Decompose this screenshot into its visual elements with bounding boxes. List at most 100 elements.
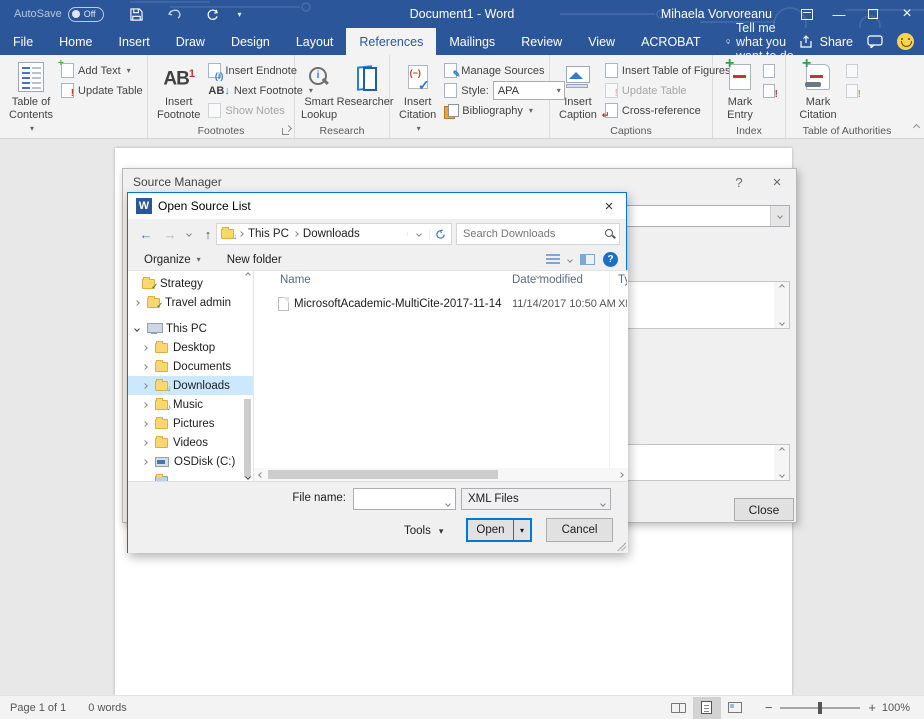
- nav-item-partial[interactable]: [128, 471, 253, 481]
- horizontal-scrollbar-thumb[interactable]: [268, 470, 498, 479]
- zoom-slider-thumb[interactable]: [818, 702, 822, 714]
- researcher-button[interactable]: Researcher: [342, 58, 388, 124]
- collapse-chevron-icon[interactable]: [134, 326, 140, 332]
- column-header-name[interactable]: Name: [280, 274, 311, 286]
- zoom-level[interactable]: 100%: [876, 702, 910, 714]
- combobox-caret-button[interactable]: [770, 206, 789, 226]
- change-view-icon[interactable]: [546, 254, 560, 265]
- tab-file[interactable]: File: [0, 28, 46, 55]
- manage-sources-button[interactable]: ✎ Manage Sources: [441, 62, 568, 79]
- table-of-contents-button[interactable]: Table of Contents▾: [6, 58, 56, 137]
- back-button[interactable]: ←: [134, 223, 158, 245]
- insert-citation-button[interactable]: Insert Citation▾: [396, 58, 439, 137]
- collapse-ribbon-button[interactable]: [908, 55, 924, 138]
- insert-caption-button[interactable]: Insert Caption: [556, 58, 600, 124]
- zoom-in-button[interactable]: +: [868, 700, 876, 715]
- close-window-button[interactable]: ×: [890, 0, 924, 28]
- share-button[interactable]: Share: [799, 35, 853, 49]
- tab-insert[interactable]: Insert: [106, 28, 163, 55]
- nav-item-travel-admin[interactable]: ✓ Travel admin: [128, 293, 253, 312]
- current-list-scrollbar[interactable]: [774, 282, 789, 328]
- preview-scrollbar[interactable]: [774, 445, 789, 480]
- save-button[interactable]: [122, 3, 152, 25]
- insert-footnote-button[interactable]: AB1 Insert Footnote: [154, 58, 203, 124]
- tab-draw[interactable]: Draw: [163, 28, 218, 55]
- file-name-combobox[interactable]: [353, 488, 456, 510]
- mark-citation-button[interactable]: Mark Citation: [792, 58, 844, 124]
- tab-design[interactable]: Design: [218, 28, 283, 55]
- open-dropdown-button[interactable]: ▾: [513, 520, 530, 540]
- insert-index-icon[interactable]: [763, 64, 775, 78]
- insert-table-of-authorities-icon[interactable]: [846, 64, 858, 78]
- breadcrumb-downloads[interactable]: Downloads: [303, 228, 360, 240]
- column-header-date-modified[interactable]: Date modified: [512, 274, 583, 286]
- minimize-button[interactable]: —: [822, 0, 856, 28]
- ribbon-display-options-button[interactable]: [792, 0, 822, 28]
- source-manager-help-button[interactable]: ?: [720, 175, 758, 190]
- expand-chevron-icon[interactable]: [142, 459, 148, 465]
- resize-grip[interactable]: [617, 542, 626, 551]
- read-mode-button[interactable]: [665, 697, 693, 719]
- feedback-smiley-icon[interactable]: [897, 33, 914, 50]
- smart-lookup-button[interactable]: Smart Lookup: [298, 58, 340, 124]
- web-layout-button[interactable]: [721, 697, 749, 719]
- view-dropdown-caret[interactable]: [567, 257, 573, 263]
- file-row[interactable]: MicrosoftAcademic-MultiCite-2017-11-14 1…: [254, 295, 628, 313]
- zoom-slider[interactable]: [780, 707, 860, 709]
- tab-acrobat[interactable]: ACROBAT: [628, 28, 714, 55]
- file-name-input[interactable]: [354, 489, 434, 509]
- expand-chevron-icon[interactable]: [142, 364, 148, 370]
- autosave-toggle[interactable]: Off: [68, 7, 104, 22]
- refresh-button[interactable]: [429, 229, 451, 240]
- redo-button[interactable]: [198, 3, 228, 25]
- search-icon[interactable]: [605, 229, 615, 239]
- user-name[interactable]: Mihaela Vorvoreanu: [661, 7, 772, 21]
- source-manager-close-button[interactable]: ×: [758, 174, 796, 191]
- nav-item-osdisk[interactable]: OSDisk (C:): [128, 452, 253, 471]
- update-table-button[interactable]: ! Update Table: [58, 82, 146, 99]
- undo-button[interactable]: [160, 3, 190, 25]
- update-index-icon[interactable]: [763, 84, 775, 98]
- expand-chevron-icon[interactable]: [142, 421, 148, 427]
- nav-item-this-pc[interactable]: This PC: [128, 319, 253, 338]
- tab-home[interactable]: Home: [46, 28, 105, 55]
- comments-icon[interactable]: [867, 35, 883, 48]
- mark-entry-button[interactable]: Mark Entry: [719, 58, 761, 124]
- tab-references[interactable]: References: [346, 28, 436, 55]
- tell-me-box[interactable]: Tell me what you want to do: [726, 28, 799, 55]
- tab-view[interactable]: View: [575, 28, 628, 55]
- nav-item-music[interactable]: ♪ Music: [128, 395, 253, 414]
- expand-chevron-icon[interactable]: [142, 402, 148, 408]
- open-dialog-close-button[interactable]: ×: [596, 195, 622, 217]
- tab-layout[interactable]: Layout: [283, 28, 347, 55]
- nav-item-videos[interactable]: Videos: [128, 433, 253, 452]
- breadcrumb-this-pc[interactable]: This PC: [248, 228, 289, 240]
- expand-chevron-icon[interactable]: [142, 345, 148, 351]
- forward-button[interactable]: →: [158, 223, 182, 245]
- customize-qat-caret[interactable]: ▾: [238, 10, 242, 19]
- source-manager-close-dialog-button[interactable]: Close: [734, 498, 794, 521]
- sidebar-scrollbar-thumb[interactable]: [244, 399, 251, 477]
- tools-button[interactable]: Tools ▾: [404, 520, 443, 542]
- horizontal-scrollbar[interactable]: [254, 468, 628, 481]
- bibliography-button[interactable]: Bibliography▾: [441, 102, 568, 119]
- search-input[interactable]: [457, 228, 605, 240]
- help-icon[interactable]: ?: [603, 252, 618, 267]
- maximize-button[interactable]: [856, 0, 890, 28]
- page-indicator[interactable]: Page 1 of 1: [10, 702, 66, 714]
- zoom-out-button[interactable]: −: [765, 700, 773, 715]
- add-text-button[interactable]: + Add Text▾: [58, 62, 146, 79]
- expand-chevron-icon[interactable]: [134, 300, 140, 306]
- address-dropdown-button[interactable]: [407, 232, 429, 236]
- column-header-type[interactable]: Type: [618, 274, 627, 286]
- expand-chevron-icon[interactable]: [142, 440, 148, 446]
- nav-item-desktop[interactable]: Desktop: [128, 338, 253, 357]
- nav-item-strategy[interactable]: ✓ Strategy: [128, 274, 253, 293]
- nav-item-documents[interactable]: Documents: [128, 357, 253, 376]
- word-count[interactable]: 0 words: [88, 702, 127, 714]
- open-button[interactable]: Open: [468, 520, 513, 540]
- print-layout-button[interactable]: [693, 697, 721, 719]
- sidebar-scrollbar[interactable]: [243, 271, 252, 481]
- preview-pane-icon[interactable]: [580, 254, 595, 265]
- address-bar[interactable]: ↓ This PC Downloads: [216, 223, 452, 245]
